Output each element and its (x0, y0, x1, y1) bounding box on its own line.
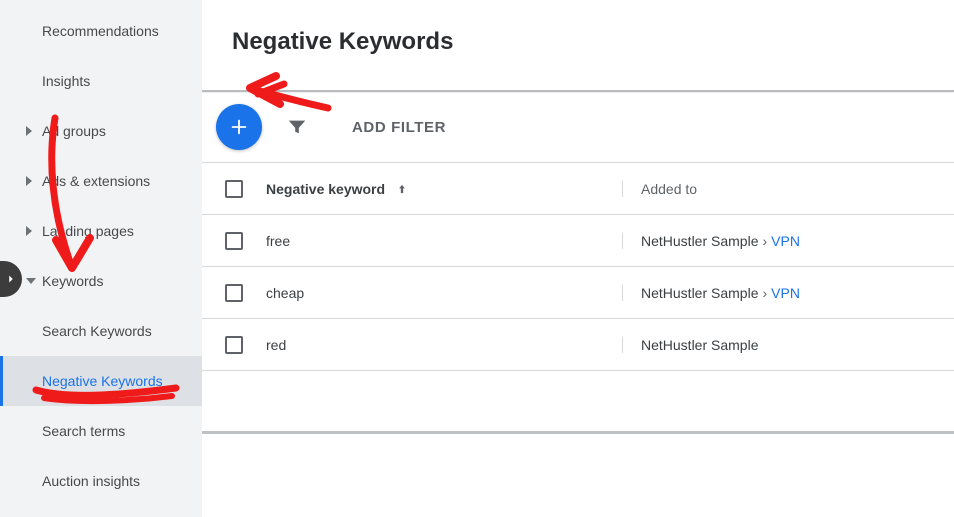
divider (202, 431, 954, 434)
filter-icon (286, 116, 308, 138)
caret-right-icon (26, 126, 32, 136)
added-to-cell: NetHustler Sample › VPN (622, 285, 954, 301)
sidebar-sub-search-keywords[interactable]: Search Keywords (0, 306, 202, 356)
sidebar-sub-label: Search Keywords (42, 323, 152, 339)
path-separator-icon: › (763, 285, 768, 301)
sidebar-item-label: Ad groups (42, 123, 106, 139)
column-header-keyword[interactable]: Negative keyword (266, 181, 622, 197)
table-row: cheap NetHustler Sample › VPN (202, 267, 954, 319)
sidebar-item-recommendations[interactable]: Recommendations (0, 6, 202, 56)
table-header: Negative keyword Added to (202, 163, 954, 215)
sidebar: Recommendations Insights Ad groups Ads &… (0, 0, 202, 517)
keyword-cell: free (266, 233, 290, 249)
sidebar-sub-label: Negative Keywords (42, 373, 163, 389)
sidebar-item-label: Ads & extensions (42, 173, 150, 189)
caret-down-icon (26, 278, 36, 284)
sidebar-sub-label: Search terms (42, 423, 125, 439)
sidebar-sub-label: Auction insights (42, 473, 140, 489)
sidebar-sub-negative-keywords[interactable]: Negative Keywords (0, 356, 202, 406)
keyword-cell: red (266, 337, 286, 353)
sidebar-item-ad-groups[interactable]: Ad groups (0, 106, 202, 156)
sidebar-item-label: Recommendations (42, 23, 159, 39)
sidebar-item-insights[interactable]: Insights (0, 56, 202, 106)
page-title: Negative Keywords (202, 16, 954, 74)
sidebar-item-label: Keywords (42, 273, 103, 289)
column-label: Negative keyword (266, 181, 385, 197)
row-checkbox[interactable] (225, 232, 243, 250)
table-row: free NetHustler Sample › VPN (202, 215, 954, 267)
keywords-table: Negative keyword Added to free NetHustle… (202, 162, 954, 371)
path-leaf-link[interactable]: VPN (771, 233, 800, 249)
path-root: NetHustler Sample (641, 285, 759, 301)
plus-icon (228, 116, 250, 138)
add-button[interactable] (216, 104, 262, 150)
select-all-checkbox[interactable] (225, 180, 243, 198)
added-to-cell: NetHustler Sample (622, 337, 954, 353)
added-to-cell: NetHustler Sample › VPN (622, 233, 954, 249)
toolbar: ADD FILTER (202, 92, 954, 162)
sidebar-sub-search-terms[interactable]: Search terms (0, 406, 202, 456)
path-root: NetHustler Sample (641, 233, 759, 249)
caret-right-icon (26, 226, 32, 236)
sidebar-item-label: Insights (42, 73, 90, 89)
sidebar-item-landing-pages[interactable]: Landing pages (0, 206, 202, 256)
filter-button[interactable] (286, 116, 308, 138)
caret-right-icon (26, 176, 32, 186)
keyword-cell: cheap (266, 285, 304, 301)
sidebar-sub-auction-insights[interactable]: Auction insights (0, 456, 202, 506)
sidebar-item-label: Landing pages (42, 223, 134, 239)
chevron-right-icon (4, 272, 18, 286)
path-root: NetHustler Sample (641, 337, 759, 353)
main-content: Negative Keywords ADD FILTER Negative ke… (202, 0, 954, 517)
table-row: red NetHustler Sample (202, 319, 954, 371)
sort-ascending-icon (395, 182, 409, 196)
column-header-added-to[interactable]: Added to (622, 181, 954, 197)
path-leaf-link[interactable]: VPN (771, 285, 800, 301)
row-checkbox[interactable] (225, 336, 243, 354)
row-checkbox[interactable] (225, 284, 243, 302)
column-label: Added to (641, 181, 697, 197)
sidebar-item-ads-extensions[interactable]: Ads & extensions (0, 156, 202, 206)
sidebar-item-keywords[interactable]: Keywords (0, 256, 202, 306)
path-separator-icon: › (763, 233, 768, 249)
add-filter-button[interactable]: ADD FILTER (352, 119, 446, 136)
